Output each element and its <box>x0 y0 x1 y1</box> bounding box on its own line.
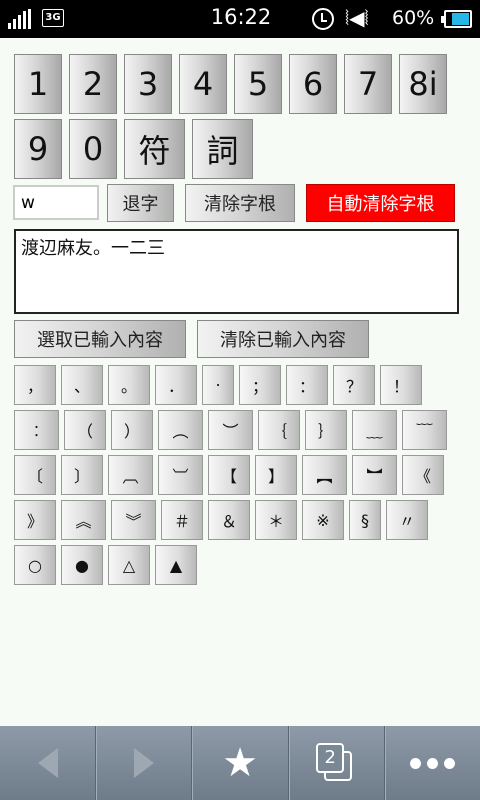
punct-key[interactable]: ＃ <box>161 500 203 540</box>
status-bar: 3G 16:22 ⦚◀⦚ 60% <box>0 0 480 38</box>
tabs-button[interactable]: 2 <box>287 726 384 800</box>
punct-key[interactable]: 〃 <box>386 500 428 540</box>
punct-key[interactable]: ○ <box>14 545 56 585</box>
forward-button[interactable] <box>95 726 191 800</box>
back-arrow-icon <box>37 748 58 778</box>
key-7[interactable]: 7 <box>344 54 392 114</box>
number-key-row-2: 9 0 符 詞 <box>14 119 253 179</box>
menu-button[interactable] <box>383 726 480 800</box>
punct-key[interactable]: △ <box>108 545 150 585</box>
bookmark-button[interactable]: ★ <box>191 726 287 800</box>
clear-output-button[interactable]: 清除已輸入內容 <box>197 320 369 358</box>
key-6[interactable]: 6 <box>289 54 337 114</box>
vibrate-icon: ⦚◀⦚ <box>345 6 369 30</box>
punct-key[interactable]: ︼ <box>352 455 397 495</box>
punct-key[interactable]: ﹏ <box>352 410 397 450</box>
punct-key[interactable]: 《 <box>402 455 444 495</box>
punct-key[interactable]: ︽ <box>61 500 106 540</box>
star-icon: ★ <box>222 740 258 786</box>
phrase-key[interactable]: 詞 <box>192 119 253 179</box>
key-3[interactable]: 3 <box>124 54 172 114</box>
radical-input[interactable]: w <box>13 185 99 220</box>
punct-key[interactable]: ︹ <box>108 455 153 495</box>
number-key-row-1: 1 2 3 4 5 6 7 8i <box>14 54 447 114</box>
punctuation-row-3: 〔 〕 ︹ ︺ 【 】 ︻ ︼ 《 <box>14 455 444 495</box>
punctuation-row-2: ︰ （ ） ︵ ︶ ｛ ｝ ﹏ ﹋ <box>14 410 447 450</box>
punct-key[interactable]: 。 <box>108 365 150 405</box>
punct-key[interactable]: ﹋ <box>402 410 447 450</box>
tabs-icon: 2 <box>316 743 356 783</box>
punct-key[interactable]: 〕 <box>61 455 103 495</box>
browser-toolbar: ★ 2 <box>0 726 480 800</box>
key-9[interactable]: 9 <box>14 119 62 179</box>
back-button[interactable] <box>0 726 95 800</box>
punct-key[interactable]: ， <box>14 365 56 405</box>
punctuation-row-4: 》 ︽ ︾ ＃ ＆ ＊ ※ § 〃 <box>14 500 428 540</box>
battery-icon <box>441 10 472 28</box>
punct-key[interactable]: ？ <box>333 365 375 405</box>
punct-key[interactable]: ＆ <box>208 500 250 540</box>
key-4[interactable]: 4 <box>179 54 227 114</box>
forward-arrow-icon <box>133 748 154 778</box>
punct-key[interactable]: ︰ <box>14 410 59 450</box>
punct-key[interactable]: ｛ <box>258 410 300 450</box>
key-1[interactable]: 1 <box>14 54 62 114</box>
punct-key[interactable]: § <box>349 500 381 540</box>
alarm-icon <box>312 8 334 30</box>
punctuation-row-1: ， 、 。 ． ‧ ； ： ？ ！ <box>14 365 422 405</box>
battery-percent: 60% <box>392 7 435 29</box>
punct-key[interactable]: ！ <box>380 365 422 405</box>
punct-key[interactable]: ● <box>61 545 103 585</box>
punct-key[interactable]: 〔 <box>14 455 56 495</box>
punct-key[interactable]: ＊ <box>255 500 297 540</box>
punct-key[interactable]: ︵ <box>158 410 203 450</box>
symbol-key[interactable]: 符 <box>124 119 185 179</box>
punctuation-row-5: ○ ● △ ▲ <box>14 545 197 585</box>
auto-clear-radicals-button[interactable]: 自動清除字根 <box>306 184 455 222</box>
key-0[interactable]: 0 <box>69 119 117 179</box>
punct-key[interactable]: ： <box>286 365 328 405</box>
tabs-count: 2 <box>316 743 345 773</box>
more-dots-icon <box>409 757 455 769</box>
key-8i[interactable]: 8i <box>399 54 447 114</box>
punct-key[interactable]: ． <box>155 365 197 405</box>
key-2[interactable]: 2 <box>69 54 117 114</box>
punct-key[interactable]: 【 <box>208 455 250 495</box>
punct-key[interactable]: ︻ <box>302 455 347 495</box>
punct-key[interactable]: ‧ <box>202 365 234 405</box>
punct-key[interactable]: （ <box>64 410 106 450</box>
clear-radicals-button[interactable]: 清除字根 <box>185 184 295 222</box>
punct-key[interactable]: 》 <box>14 500 56 540</box>
punct-key[interactable]: ︺ <box>158 455 203 495</box>
punct-key[interactable]: ▲ <box>155 545 197 585</box>
punct-key[interactable]: ︶ <box>208 410 253 450</box>
punct-key[interactable]: ※ <box>302 500 344 540</box>
punct-key[interactable]: 、 <box>61 365 103 405</box>
backspace-button[interactable]: 退字 <box>107 184 174 222</box>
punct-key[interactable]: ； <box>239 365 281 405</box>
punct-key[interactable]: 】 <box>255 455 297 495</box>
punct-key[interactable]: ｝ <box>305 410 347 450</box>
output-textarea[interactable]: 渡辺麻友。一二三 <box>14 229 459 314</box>
punct-key[interactable]: ︾ <box>111 500 156 540</box>
punct-key[interactable]: ） <box>111 410 153 450</box>
select-all-button[interactable]: 選取已輸入內容 <box>14 320 186 358</box>
key-5[interactable]: 5 <box>234 54 282 114</box>
